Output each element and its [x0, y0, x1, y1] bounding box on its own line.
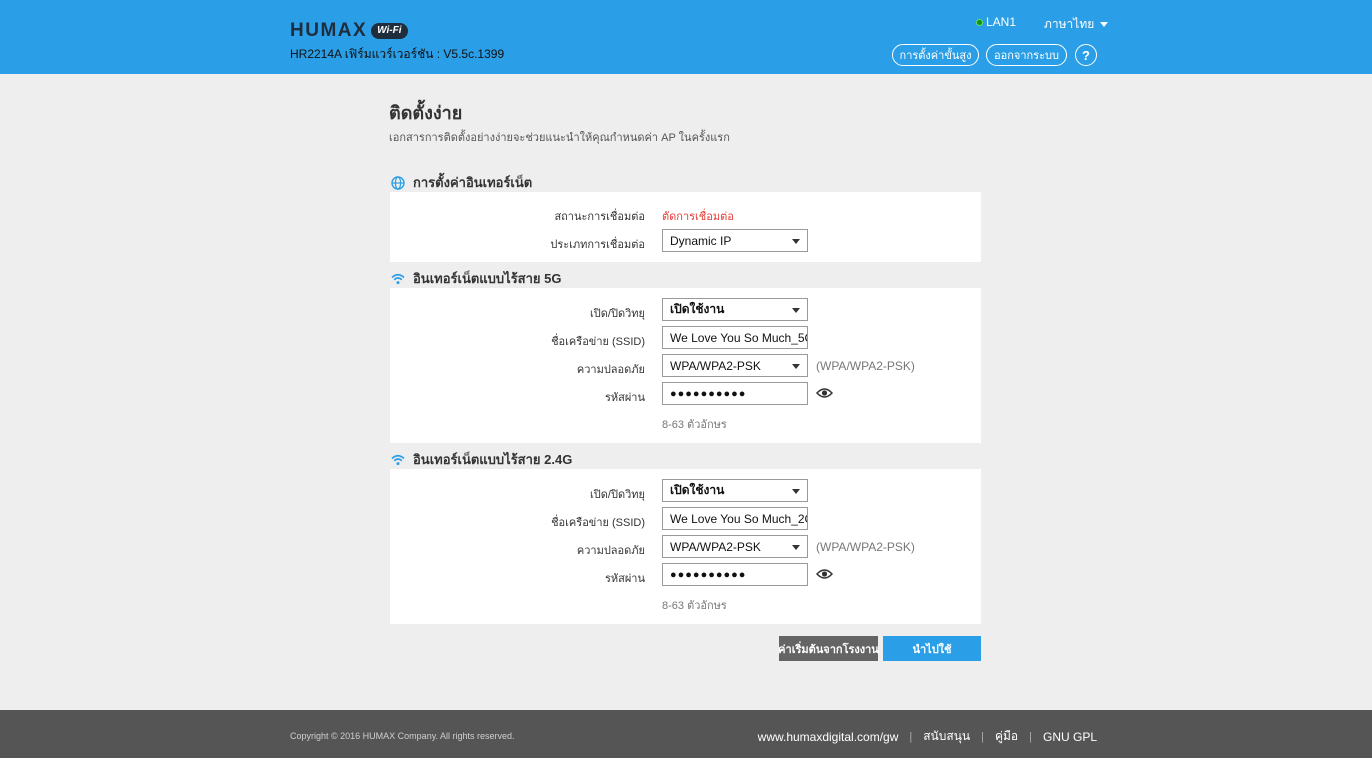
wifi5g-heading-label: อินเทอร์เน็ตแบบไร้สาย 5G — [413, 271, 562, 286]
eye-icon[interactable] — [816, 387, 833, 399]
lan-status: LAN1 — [976, 15, 1016, 29]
footer-links: www.humaxdigital.com/gw | สนับสนุน | คู่… — [758, 727, 1097, 746]
wifi5g-password-value: ●●●●●●●●●● — [670, 387, 747, 400]
chevron-down-icon — [792, 489, 800, 494]
help-icon[interactable]: ? — [1075, 44, 1097, 66]
advanced-settings-button[interactable]: การตั้งค่าขั้นสูง — [892, 44, 979, 66]
wifi5g-ssid-input[interactable]: We Love You So Much_5GHz — [662, 326, 808, 349]
globe-icon — [391, 175, 405, 190]
wifi5g-password-hint: 8-63 ตัวอักษร — [662, 419, 727, 431]
wifi24g-section-heading: อินเทอร์เน็ตแบบไร้สาย 2.4G — [391, 449, 572, 470]
footer-link-support[interactable]: สนับสนุน — [923, 727, 970, 746]
chevron-down-icon — [792, 239, 800, 244]
wifi24g-radio-label: เปิด/ปิดวิทยุ — [590, 489, 645, 501]
lan-status-label: LAN1 — [986, 15, 1017, 29]
wifi24g-security-label: ความปลอดภัย — [576, 545, 645, 557]
logout-button[interactable]: ออกจากระบบ — [986, 44, 1067, 66]
connection-type-select[interactable]: Dynamic IP — [662, 229, 808, 252]
page-subtitle: เอกสารการติดตั้งอย่างง่ายจะช่วยแนะนำให้ค… — [389, 132, 730, 144]
wifi24g-ssid-value: We Love You So Much_2GHz — [670, 511, 807, 526]
wifi5g-ssid-value: We Love You So Much_5GHz — [670, 330, 807, 345]
logo-text: HUMAX — [290, 20, 368, 41]
wifi24g-ssid-label: ชื่อเครือข่าย (SSID) — [551, 517, 645, 529]
wifi5g-section-heading: อินเทอร์เน็ตแบบไร้สาย 5G — [391, 268, 561, 289]
language-label: ภาษาไทย — [1044, 17, 1095, 31]
wifi5g-password-input[interactable]: ●●●●●●●●●● — [662, 382, 808, 405]
header-bar: HUMAX Wi-Fi HR2214A เฟิร์มแวร์เวอร์ชัน :… — [0, 0, 1372, 74]
footer-link-gpl[interactable]: GNU GPL — [1043, 730, 1097, 744]
lan-status-icon — [976, 18, 983, 26]
footer-separator: | — [909, 730, 913, 743]
footer-separator: | — [981, 730, 984, 743]
wifi24g-security-note: (WPA/WPA2-PSK) — [816, 540, 915, 554]
internet-section-heading: การตั้งค่าอินเทอร์เน็ต — [391, 172, 532, 193]
connection-type-value: Dynamic IP — [670, 233, 732, 248]
wifi5g-radio-value: เปิดใช้งาน — [670, 302, 725, 316]
chevron-down-icon — [792, 545, 800, 550]
wifi5g-ssid-label: ชื่อเครือข่าย (SSID) — [551, 336, 645, 348]
humax-logo: HUMAX Wi-Fi — [290, 20, 408, 42]
chevron-down-icon — [1100, 22, 1109, 27]
wifi24g-security-select[interactable]: WPA/WPA2-PSK — [662, 535, 808, 558]
footer-bar: Copyright © 2016 HUMAX Company. All righ… — [0, 710, 1372, 758]
wifi-icon — [391, 454, 405, 465]
wifi24g-password-input[interactable]: ●●●●●●●●●● — [662, 563, 808, 586]
internet-heading-label: การตั้งค่าอินเทอร์เน็ต — [413, 175, 533, 190]
apply-button[interactable]: นำไปใช้ — [883, 636, 981, 661]
footer-link-manual[interactable]: คู่มือ — [995, 727, 1018, 746]
wifi24g-radio-select[interactable]: เปิดใช้งาน — [662, 479, 808, 502]
wifi5g-security-select[interactable]: WPA/WPA2-PSK — [662, 354, 808, 377]
connection-type-label: ประเภทการเชื่อมต่อ — [550, 239, 645, 251]
wifi5g-radio-label: เปิด/ปิดวิทยุ — [590, 308, 645, 320]
firmware-version: HR2214A เฟิร์มแวร์เวอร์ชัน : V5.5c.1399 — [290, 47, 505, 61]
chevron-down-icon — [792, 308, 800, 313]
language-select[interactable]: ภาษาไทย — [1044, 15, 1109, 34]
wifi24g-heading-label: อินเทอร์เน็ตแบบไร้สาย 2.4G — [413, 452, 573, 467]
footer-link-website[interactable]: www.humaxdigital.com/gw — [758, 730, 899, 744]
wifi-badge: Wi-Fi — [371, 23, 408, 39]
connection-status-label: สถานะการเชื่อมต่อ — [554, 211, 645, 223]
footer-separator: | — [1029, 730, 1032, 743]
connection-status-value: ตัดการเชื่อมต่อ — [662, 211, 734, 223]
factory-reset-button[interactable]: ค่าเริ่มต้นจากโรงงาน — [778, 636, 879, 661]
wifi24g-password-label: รหัสผ่าน — [604, 573, 645, 585]
wifi5g-radio-select[interactable]: เปิดใช้งาน — [662, 298, 808, 321]
wifi5g-security-value: WPA/WPA2-PSK — [670, 358, 761, 373]
eye-icon[interactable] — [816, 568, 833, 580]
wifi5g-password-label: รหัสผ่าน — [604, 392, 645, 404]
wifi5g-security-label: ความปลอดภัย — [576, 364, 645, 376]
page-title: ติดตั้งง่าย — [389, 103, 463, 123]
wifi24g-ssid-input[interactable]: We Love You So Much_2GHz — [662, 507, 808, 530]
wifi5g-security-note: (WPA/WPA2-PSK) — [816, 359, 915, 373]
wifi24g-password-hint: 8-63 ตัวอักษร — [662, 600, 727, 612]
wifi24g-radio-value: เปิดใช้งาน — [670, 483, 725, 497]
chevron-down-icon — [792, 364, 800, 369]
wifi24g-password-value: ●●●●●●●●●● — [670, 568, 747, 581]
wifi24g-security-value: WPA/WPA2-PSK — [670, 539, 761, 554]
copyright-text: Copyright © 2016 HUMAX Company. All righ… — [290, 731, 515, 741]
wifi-icon — [391, 273, 405, 284]
